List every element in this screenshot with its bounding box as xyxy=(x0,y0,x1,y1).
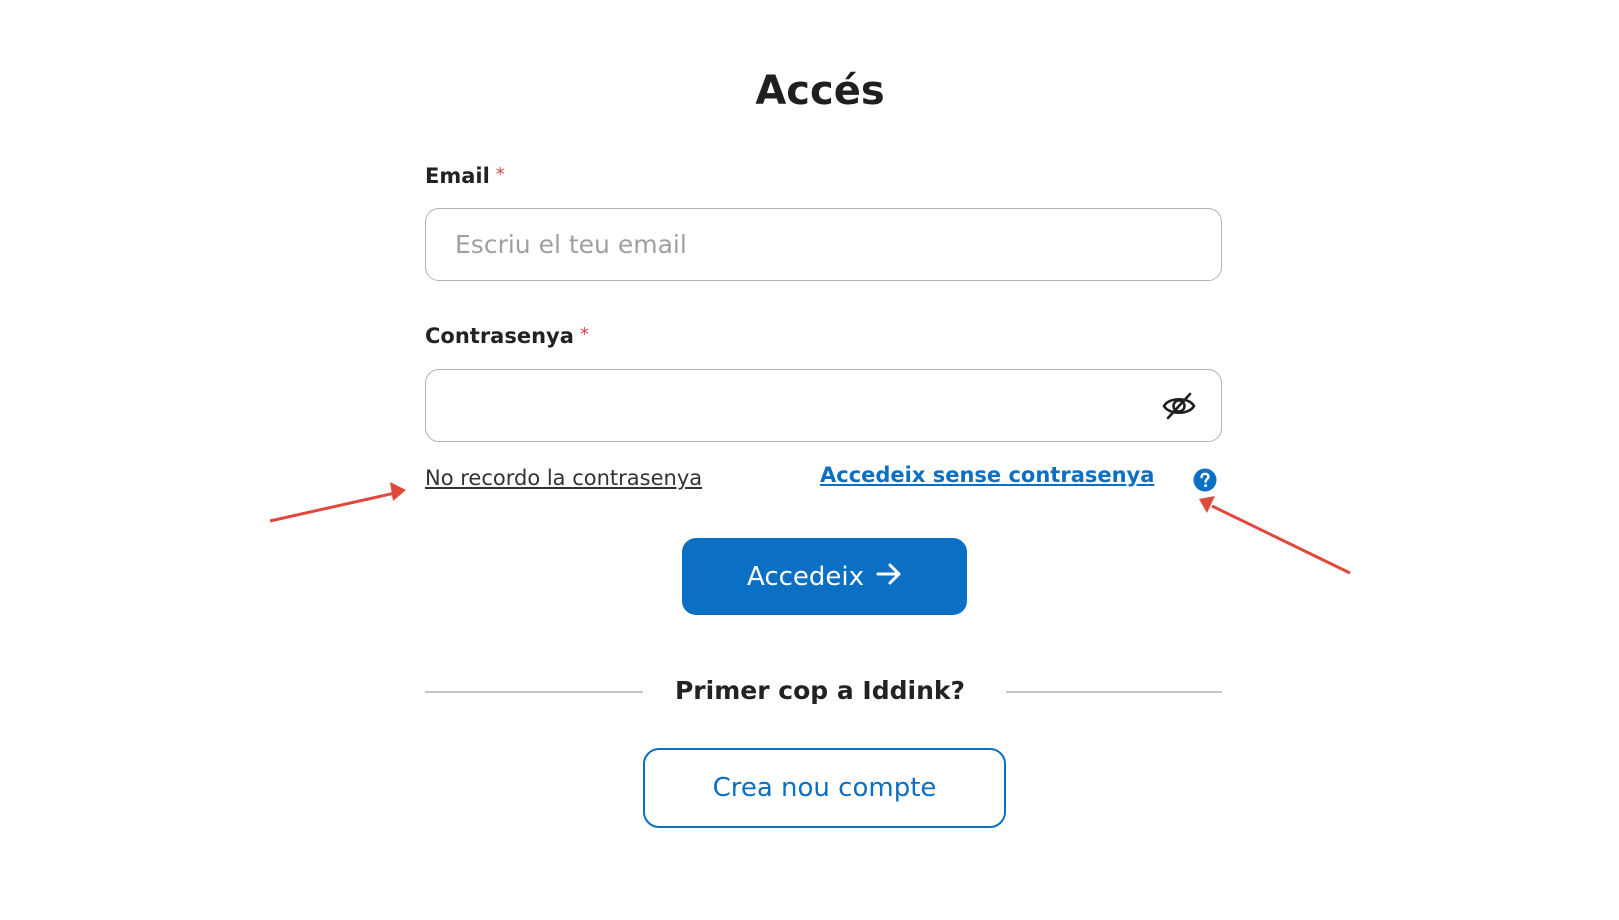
forgot-password-link[interactable]: No recordo la contrasenya xyxy=(425,466,702,490)
login-button[interactable]: Accedeix xyxy=(682,538,967,615)
email-field[interactable] xyxy=(426,209,1175,279)
email-label: Email * xyxy=(425,164,505,188)
password-field[interactable] xyxy=(426,370,1175,440)
required-mark: * xyxy=(495,164,505,185)
annotation-arrow-right xyxy=(1199,496,1351,575)
passwordless-login-link[interactable]: Accedeix sense contrasenya xyxy=(820,463,1154,487)
annotation-arrow-left xyxy=(269,482,406,523)
page-title: Accés xyxy=(755,68,885,114)
password-field-container xyxy=(425,369,1222,442)
arrow-right-icon xyxy=(876,562,902,592)
email-label-text: Email xyxy=(425,164,490,188)
signup-prompt: Primer cop a Iddink? xyxy=(674,676,965,705)
divider-line-right xyxy=(1006,691,1222,693)
question-circle-icon[interactable] xyxy=(1193,468,1217,492)
eye-slash-icon[interactable] xyxy=(1161,388,1197,424)
create-account-button[interactable]: Crea nou compte xyxy=(643,748,1006,828)
password-label-text: Contrasenya xyxy=(425,324,574,348)
required-mark: * xyxy=(579,324,589,345)
password-label: Contrasenya * xyxy=(425,324,589,348)
login-button-label: Accedeix xyxy=(746,561,865,592)
email-field-container xyxy=(425,208,1222,281)
